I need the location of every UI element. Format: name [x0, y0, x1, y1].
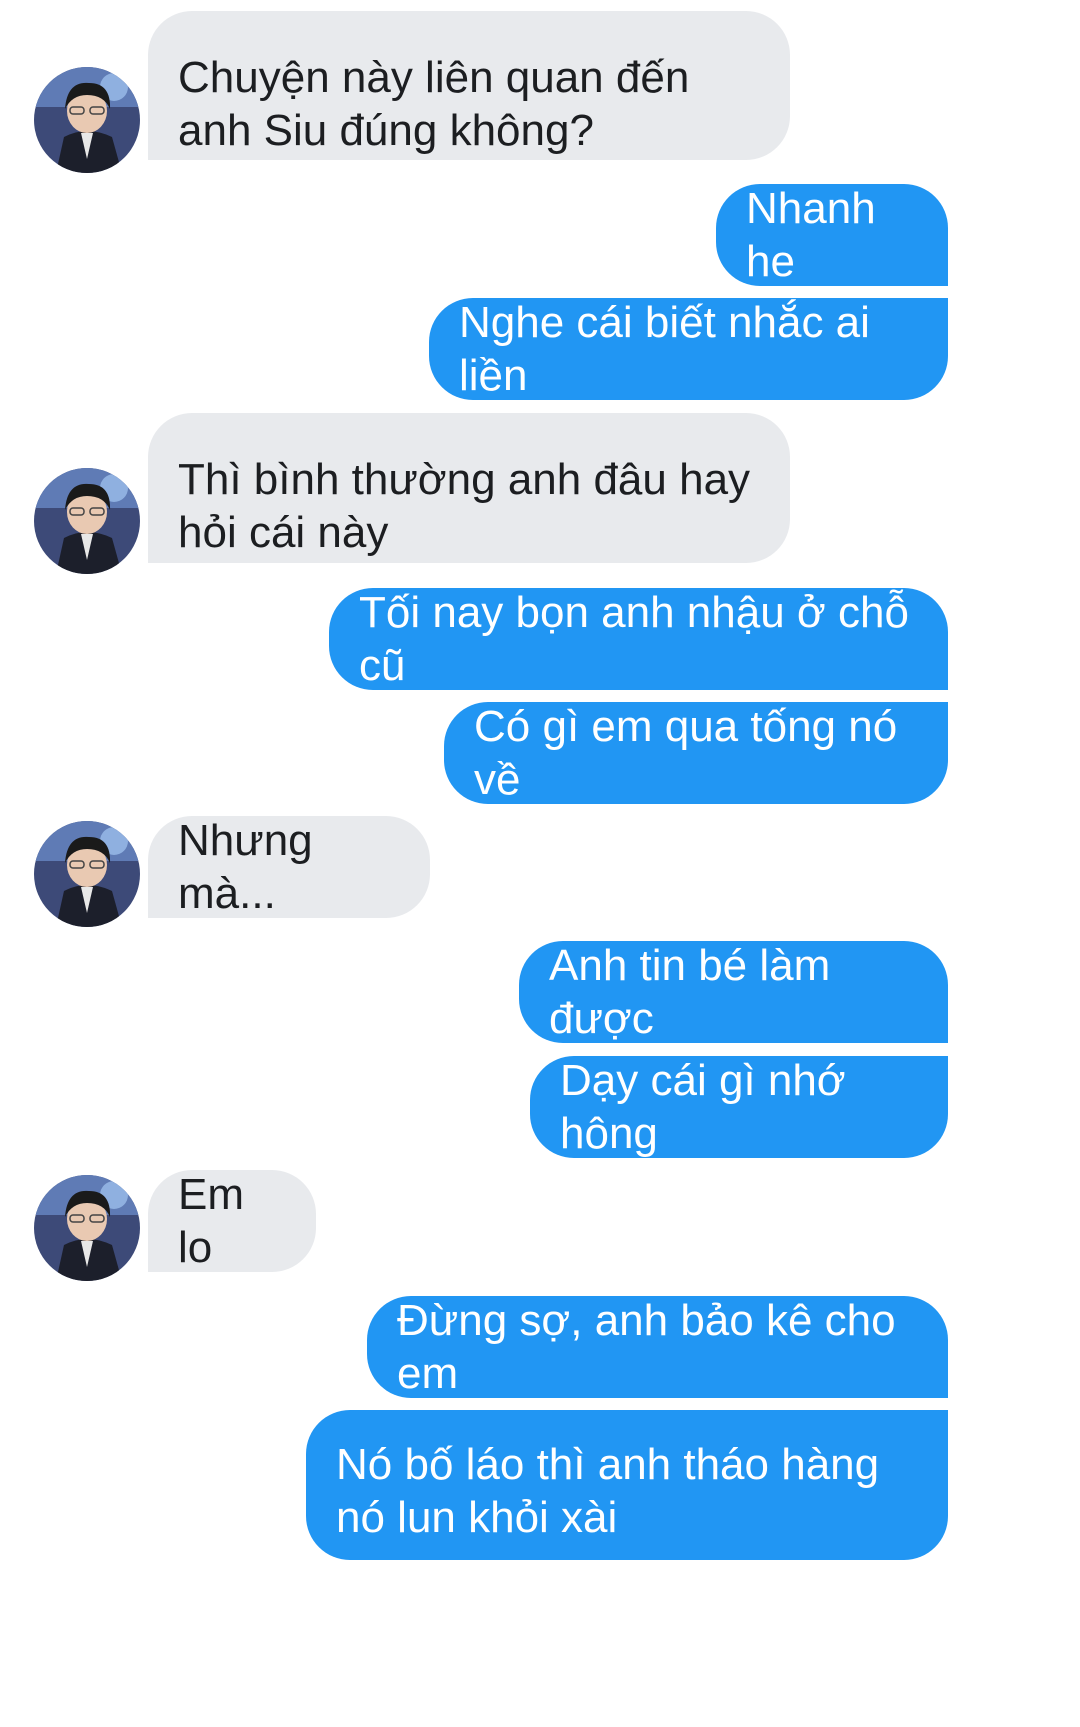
message-outgoing[interactable]: Có gì em qua tống nó về [444, 702, 948, 804]
message-text: Dạy cái gì nhớ hông [560, 1056, 846, 1158]
message-outgoing[interactable]: Đừng sợ, anh bảo kê cho em [367, 1296, 948, 1398]
message-text: Nhưng mà... [178, 816, 313, 918]
message-outgoing[interactable]: Anh tin bé làm được [519, 941, 948, 1043]
message-text: Anh tin bé làm được [549, 941, 831, 1043]
message-outgoing[interactable]: Nó bố láo thì anh tháo hàng nó lun khỏi … [306, 1410, 948, 1560]
message-incoming[interactable]: Thì bình thường anh đâu hay hỏi cái này [148, 413, 790, 563]
message-outgoing[interactable]: Tối nay bọn anh nhậu ở chỗ cũ [329, 588, 948, 690]
message-incoming[interactable]: Chuyện này liên quan đến anh Siu đúng kh… [148, 11, 790, 160]
message-incoming[interactable]: Nhưng mà... [148, 816, 430, 918]
message-text: Thì bình thường anh đâu hay hỏi cái này [178, 455, 751, 557]
message-text: Em lo [178, 1170, 244, 1272]
contact-avatar-icon[interactable] [34, 468, 140, 574]
message-outgoing[interactable]: Nhanh he [716, 184, 948, 286]
message-incoming[interactable]: Em lo [148, 1170, 316, 1272]
contact-avatar-icon[interactable] [34, 821, 140, 927]
message-text: Nhanh he [746, 184, 876, 286]
message-outgoing[interactable]: Dạy cái gì nhớ hông [530, 1056, 948, 1158]
message-text: Tối nay bọn anh nhậu ở chỗ cũ [359, 588, 909, 690]
contact-avatar-icon[interactable] [34, 67, 140, 173]
message-text: Chuyện này liên quan đến anh Siu đúng kh… [178, 53, 690, 155]
contact-avatar-icon[interactable] [34, 1175, 140, 1281]
message-text: Nó bố láo thì anh tháo hàng nó lun khỏi … [336, 1440, 880, 1542]
message-text: Nghe cái biết nhắc ai liền [459, 298, 870, 400]
message-outgoing[interactable]: Nghe cái biết nhắc ai liền [429, 298, 948, 400]
message-thread: Chuyện này liên quan đến anh Siu đúng kh… [0, 0, 1080, 1727]
message-text: Có gì em qua tống nó về [474, 702, 898, 804]
message-text: Đừng sợ, anh bảo kê cho em [397, 1296, 896, 1398]
